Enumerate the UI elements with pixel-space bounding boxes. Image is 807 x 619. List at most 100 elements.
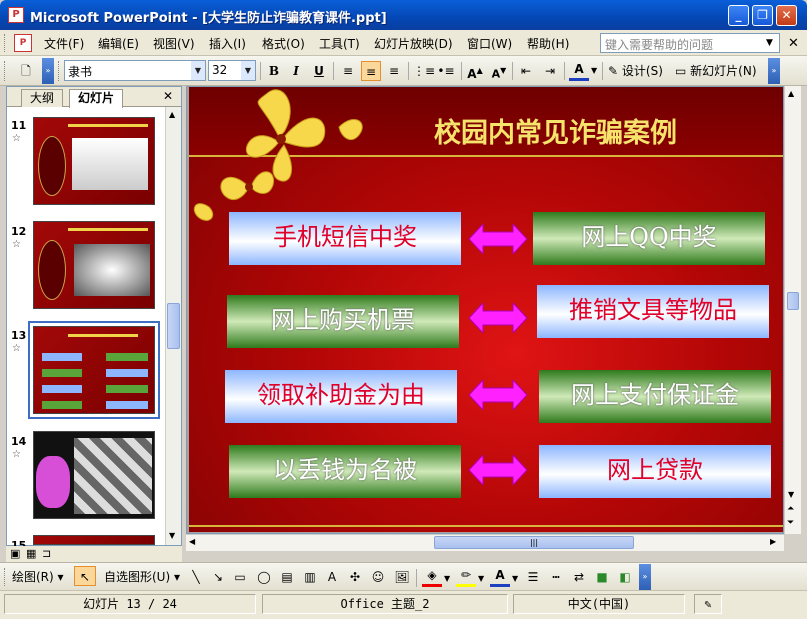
scroll-thumb[interactable]: ||| — [434, 536, 634, 549]
scroll-right-icon[interactable]: ▶ — [770, 537, 776, 546]
slideshow-view-icon[interactable]: ⊐ — [42, 547, 51, 560]
chevron-down-icon[interactable]: ▼ — [591, 66, 597, 75]
decrease-font-size-icon[interactable]: A▼ — [489, 61, 509, 81]
scroll-left-icon[interactable]: ◀ — [189, 537, 195, 546]
italic-button[interactable]: I — [286, 61, 306, 81]
shadow-style-icon[interactable]: ■ — [592, 567, 612, 587]
line-style-icon[interactable]: ☰ — [523, 567, 543, 587]
font-name-select[interactable]: 隶书 ▼ — [64, 60, 206, 81]
decrease-indent-icon[interactable]: ⇤ — [516, 61, 536, 81]
dash-style-icon[interactable]: ┅ — [546, 567, 566, 587]
font-size-select[interactable]: 32 ▼ — [208, 60, 256, 81]
menu-edit[interactable]: 编辑(E) — [98, 35, 139, 52]
case-box-ticket-purchase[interactable]: 网上购买机票 — [227, 295, 459, 348]
vertical-textbox-icon[interactable]: ▥ — [300, 567, 320, 587]
align-center-icon[interactable]: ≡ — [361, 61, 381, 81]
rectangle-tool-icon[interactable]: ▭ — [230, 567, 250, 587]
case-box-lost-money[interactable]: 以丢钱为名被 — [229, 445, 461, 498]
slide-horizontal-scrollbar[interactable]: ◀ ||| ▶ — [186, 534, 784, 551]
slide-thumbnail-11[interactable] — [33, 117, 155, 205]
slide-title[interactable]: 校园内常见诈骗案例 — [434, 111, 677, 150]
numbered-list-icon[interactable]: ⋮≡ — [413, 61, 435, 81]
menubar-grip[interactable] — [4, 34, 7, 52]
tab-outline[interactable]: 大纲 — [21, 89, 64, 107]
align-left-icon[interactable]: ≡ — [338, 61, 358, 81]
design-button[interactable]: ✎ 设计(S) — [608, 61, 663, 81]
normal-view-icon[interactable]: ▣ — [10, 547, 20, 560]
toolbar-grip[interactable] — [4, 568, 7, 586]
powerpoint-app-icon[interactable]: P — [8, 7, 24, 23]
menu-view[interactable]: 视图(V) — [153, 35, 195, 52]
slide-editor[interactable]: 校园内常见诈骗案例 手机短信中奖 网上QQ中奖 网上购买机票 推销文具等物品 领… — [186, 86, 784, 534]
close-document-icon[interactable]: ✕ — [788, 36, 799, 51]
spellcheck-icon[interactable]: ✎ — [694, 594, 722, 614]
toolbar-options-icon[interactable]: » — [42, 58, 54, 84]
slide-sorter-view-icon[interactable]: ▦ — [26, 547, 36, 560]
previous-slide-icon[interactable]: ⏶ — [787, 504, 794, 514]
close-pane-icon[interactable]: ✕ — [163, 89, 173, 103]
toolbar-options-icon[interactable]: » — [768, 58, 780, 84]
chevron-down-icon[interactable]: ▼ — [241, 61, 255, 80]
scroll-thumb[interactable] — [787, 292, 799, 310]
menu-file[interactable]: 文件(F) — [44, 35, 84, 52]
case-box-qq-prize[interactable]: 网上QQ中奖 — [533, 212, 765, 265]
3d-style-icon[interactable]: ◧ — [615, 567, 635, 587]
arrow-style-icon[interactable]: ⇄ — [569, 567, 589, 587]
toolbar-grip-2[interactable] — [58, 61, 61, 81]
draw-menu-button[interactable]: 绘图(R) ▾ — [12, 567, 64, 587]
document-icon[interactable]: P — [14, 34, 32, 52]
chevron-down-icon[interactable]: ▼ — [478, 574, 484, 583]
minimize-button[interactable]: _ — [728, 5, 749, 26]
help-search-input[interactable]: 键入需要帮助的问题 — [600, 33, 780, 53]
underline-button[interactable]: U — [309, 61, 329, 81]
font-color-icon[interactable]: A — [569, 61, 589, 81]
tab-slides[interactable]: 幻灯片 — [69, 89, 124, 108]
current-slide[interactable]: 校园内常见诈骗案例 手机短信中奖 网上QQ中奖 网上购买机票 推销文具等物品 领… — [189, 87, 783, 532]
case-box-stationery-sales[interactable]: 推销文具等物品 — [537, 285, 769, 338]
close-button[interactable]: ✕ — [776, 5, 797, 26]
case-box-deposit-payment[interactable]: 网上支付保证金 — [539, 370, 771, 423]
increase-indent-icon[interactable]: ⇥ — [540, 61, 560, 81]
slide-thumbnail-15[interactable] — [33, 535, 155, 545]
oval-tool-icon[interactable]: ◯ — [254, 567, 274, 587]
toolbar-grip[interactable] — [4, 61, 7, 81]
textbox-tool-icon[interactable]: ▤ — [277, 567, 297, 587]
slides-pane-scrollbar[interactable]: ▲ ▼ — [165, 107, 181, 545]
chevron-down-icon[interactable]: ▼ — [444, 574, 450, 583]
scroll-down-icon[interactable]: ▼ — [788, 490, 794, 499]
help-dropdown-icon[interactable]: ▼ — [766, 38, 773, 48]
menu-insert[interactable]: 插入(I) — [209, 35, 246, 52]
bulleted-list-icon[interactable]: •≡ — [436, 61, 456, 81]
scroll-up-icon[interactable]: ▲ — [169, 110, 175, 119]
slide-thumbnail-14[interactable] — [33, 431, 155, 519]
diagram-icon[interactable]: ✣ — [345, 567, 365, 587]
line-tool-icon[interactable]: ╲ — [186, 567, 206, 587]
new-slide-button[interactable]: ▭ 新幻灯片(N) — [675, 61, 757, 81]
scroll-thumb[interactable] — [167, 303, 180, 349]
slide-thumbnail-13[interactable] — [33, 326, 155, 414]
align-right-icon[interactable]: ≡ — [384, 61, 404, 81]
new-document-icon[interactable]: 🗋 — [16, 61, 36, 81]
menu-slideshow[interactable]: 幻灯片放映(D) — [374, 35, 453, 52]
next-slide-icon[interactable]: ⏷ — [787, 518, 794, 528]
fill-color-icon[interactable]: ◈ — [422, 567, 442, 587]
chevron-down-icon[interactable]: ▼ — [512, 574, 518, 583]
clipart-icon[interactable]: ☺ — [368, 567, 388, 587]
wordart-icon[interactable]: A — [322, 567, 342, 587]
case-box-online-loan[interactable]: 网上贷款 — [539, 445, 771, 498]
arrow-tool-icon[interactable]: ↘ — [208, 567, 228, 587]
menu-tools[interactable]: 工具(T) — [319, 35, 360, 52]
slide-vertical-scrollbar[interactable]: ▲ ▼ ⏶ ⏷ — [784, 86, 801, 534]
toolbar-options-icon[interactable]: » — [639, 564, 651, 590]
case-box-subsidy[interactable]: 领取补助金为由 — [225, 370, 457, 423]
scroll-up-icon[interactable]: ▲ — [788, 89, 794, 98]
increase-font-size-icon[interactable]: A▲ — [465, 61, 485, 81]
line-color-icon[interactable]: ✏ — [456, 567, 476, 587]
autoshapes-menu-button[interactable]: 自选图形(U) ▾ — [104, 567, 180, 587]
insert-picture-icon[interactable]: 🖼 — [392, 567, 412, 587]
font-color-draw-icon[interactable]: A — [490, 567, 510, 587]
select-pointer-icon[interactable]: ↖ — [74, 566, 96, 586]
case-box-sms-prize[interactable]: 手机短信中奖 — [229, 212, 461, 265]
scroll-down-icon[interactable]: ▼ — [169, 531, 175, 540]
bold-button[interactable]: B — [264, 61, 284, 81]
